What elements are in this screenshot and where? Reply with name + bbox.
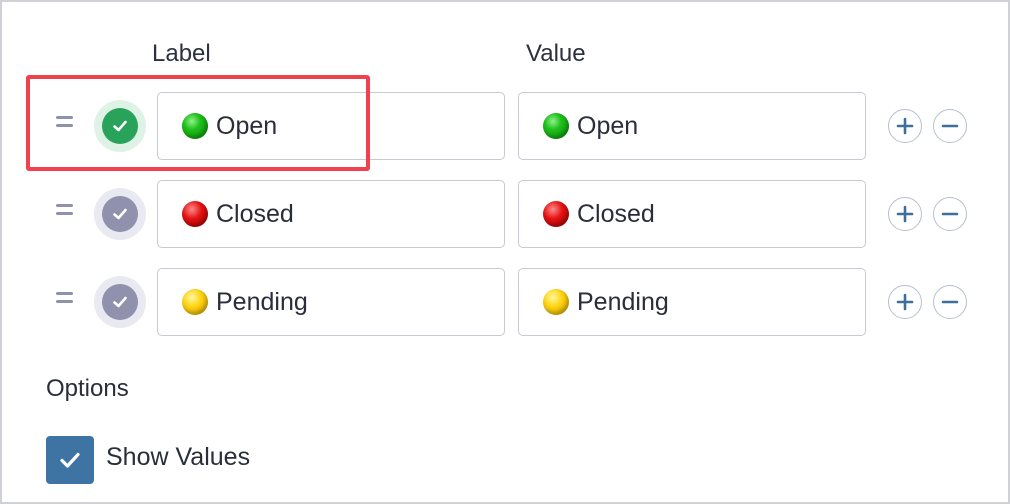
choice-value-input[interactable]: Pending [518,268,866,336]
show-values-label[interactable]: Show Values [106,443,250,472]
choice-row: Closed Closed [2,178,1008,250]
check-icon [102,108,138,144]
show-values-checkbox[interactable] [46,436,94,484]
add-choice-button[interactable] [888,285,922,319]
red-status-icon [543,201,569,227]
choice-label-text: Open [216,111,278,140]
add-choice-button[interactable] [888,109,922,143]
value-column-header: Value [526,40,586,67]
green-status-icon [543,113,569,139]
red-status-icon [182,201,208,227]
choice-value-input[interactable]: Open [518,92,866,160]
yellow-status-icon [182,289,208,315]
plus-icon [896,117,914,135]
yellow-status-icon [543,289,569,315]
minus-icon [941,124,959,128]
choice-row: Open Open [2,90,1008,162]
check-icon [60,452,80,468]
label-column-header: Label [152,40,211,67]
minus-icon [941,212,959,216]
plus-icon [896,205,914,223]
drag-handle-icon[interactable] [54,112,74,132]
add-choice-button[interactable] [888,197,922,231]
remove-choice-button[interactable] [933,197,967,231]
choice-label-input[interactable]: Open [157,92,505,160]
choices-editor-panel: Label Value Open Open Closed Closed Pend… [0,0,1010,504]
choice-label-text: Pending [216,287,308,316]
minus-icon [941,300,959,304]
choice-value-input[interactable]: Closed [518,180,866,248]
choice-label-input[interactable]: Closed [157,180,505,248]
drag-handle-icon[interactable] [54,200,74,220]
choice-value-text: Open [577,111,639,140]
default-choice-toggle[interactable] [94,276,146,328]
remove-choice-button[interactable] [933,285,967,319]
choice-row: Pending Pending [2,266,1008,338]
choice-label-input[interactable]: Pending [157,268,505,336]
check-icon [102,196,138,232]
plus-icon [896,293,914,311]
drag-handle-icon[interactable] [54,288,74,308]
default-choice-toggle[interactable] [94,188,146,240]
choice-value-text: Pending [577,287,669,316]
default-choice-toggle[interactable] [94,100,146,152]
green-status-icon [182,113,208,139]
check-icon [102,284,138,320]
options-section-title: Options [46,375,129,402]
choice-label-text: Closed [216,199,294,228]
choice-value-text: Closed [577,199,655,228]
remove-choice-button[interactable] [933,109,967,143]
